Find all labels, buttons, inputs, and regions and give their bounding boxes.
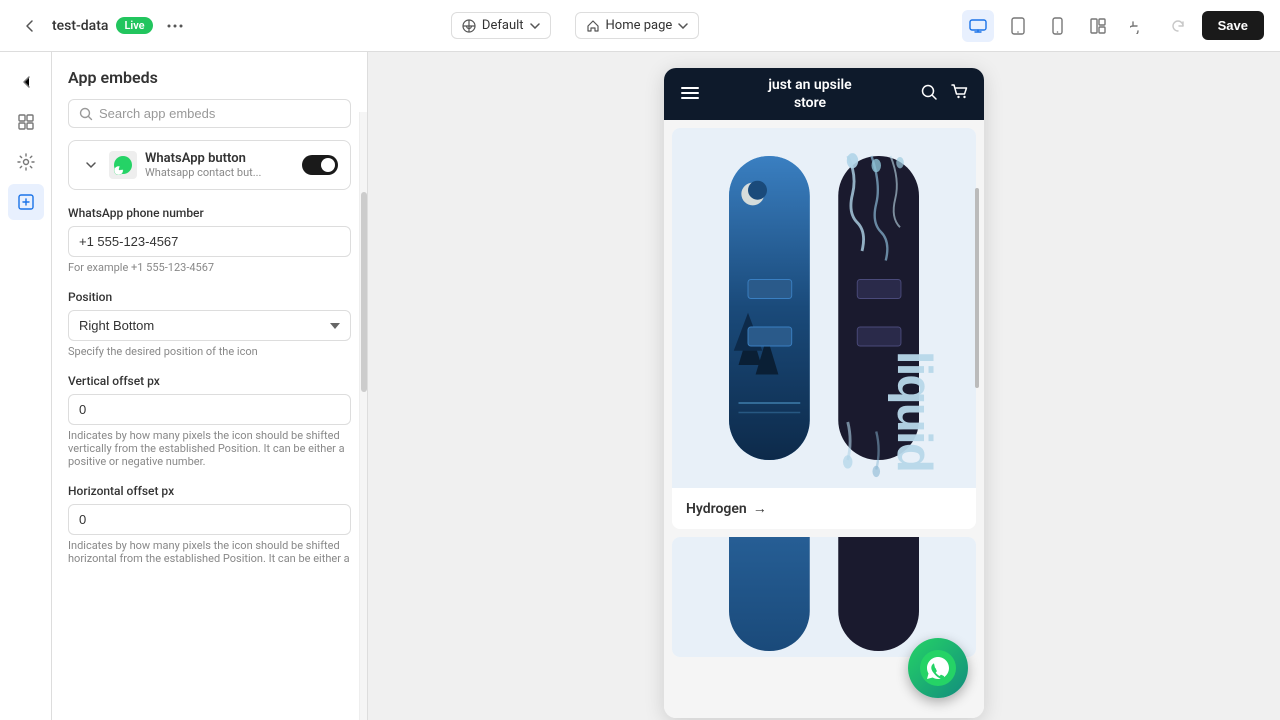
phone-label: WhatsApp phone number bbox=[68, 206, 351, 220]
mobile-menu-icon[interactable] bbox=[680, 84, 700, 105]
horizontal-label: Horizontal offset px bbox=[68, 484, 351, 498]
home-page-dropdown[interactable]: Home page bbox=[575, 12, 700, 39]
horizontal-hint: Indicates by how many pixels the icon sh… bbox=[68, 539, 351, 565]
topbar-left: test-data Live bbox=[16, 12, 189, 40]
mobile-view-button[interactable] bbox=[1042, 10, 1074, 42]
product-arrow-icon: → bbox=[753, 500, 767, 517]
preview-scrollbar-thumb bbox=[975, 188, 979, 388]
search-input[interactable] bbox=[99, 106, 340, 121]
position-select[interactable]: Right Bottom Left Bottom Right Top Left … bbox=[68, 310, 351, 341]
save-button[interactable]: Save bbox=[1202, 11, 1264, 40]
mobile-cart-icon[interactable] bbox=[950, 83, 968, 106]
back-button[interactable] bbox=[16, 12, 44, 40]
topbar-right: Save bbox=[962, 10, 1264, 42]
icon-sidebar bbox=[0, 52, 52, 720]
product-image-1: liquid bbox=[672, 128, 976, 488]
horizontal-field-group: Horizontal offset px Indicates by how ma… bbox=[68, 484, 351, 565]
sidebar-blocks-button[interactable] bbox=[8, 184, 44, 220]
redo-button[interactable] bbox=[1162, 10, 1194, 42]
search-container bbox=[52, 99, 367, 140]
desktop-view-button[interactable] bbox=[962, 10, 994, 42]
position-field-group: Position Right Bottom Left Bottom Right … bbox=[68, 290, 351, 358]
vertical-input[interactable] bbox=[68, 394, 351, 425]
main-content: App embeds WhatsApp button bbox=[0, 52, 1280, 720]
phone-input[interactable] bbox=[68, 226, 351, 257]
whatsapp-toggle[interactable] bbox=[302, 155, 338, 175]
position-hint: Specify the desired position of the icon bbox=[68, 345, 351, 358]
preview-area: just an upsile store bbox=[368, 52, 1280, 720]
home-page-label: Home page bbox=[606, 18, 673, 33]
undo-button[interactable] bbox=[1122, 10, 1154, 42]
embed-subtitle: Whatsapp contact but... bbox=[145, 166, 294, 179]
phone-field-group: WhatsApp phone number For example +1 555… bbox=[68, 206, 351, 274]
panel-content: WhatsApp button Whatsapp contact but... … bbox=[52, 140, 367, 720]
embed-title: WhatsApp button bbox=[145, 151, 294, 166]
layout-button[interactable] bbox=[1082, 10, 1114, 42]
svg-text:liquid: liquid bbox=[887, 351, 942, 471]
sidebar-back-button[interactable] bbox=[8, 64, 44, 100]
product-card-1: liquid Hydrogen → bbox=[672, 128, 976, 529]
mobile-search-icon[interactable] bbox=[920, 83, 938, 106]
search-box bbox=[68, 99, 351, 128]
left-panel: App embeds WhatsApp button bbox=[52, 52, 368, 720]
search-icon bbox=[79, 107, 93, 121]
expand-button[interactable] bbox=[81, 155, 101, 175]
preview-scrollbar[interactable] bbox=[975, 128, 980, 708]
default-label: Default bbox=[482, 18, 524, 33]
topbar-center: Default Home page bbox=[201, 12, 950, 39]
topbar: test-data Live Default Home page bbox=[0, 0, 1280, 52]
embed-item-info: WhatsApp button Whatsapp contact but... bbox=[145, 151, 294, 179]
tablet-view-button[interactable] bbox=[1002, 10, 1034, 42]
whatsapp-logo-icon bbox=[920, 650, 956, 686]
live-badge: Live bbox=[116, 17, 152, 34]
position-label: Position bbox=[68, 290, 351, 304]
vertical-label: Vertical offset px bbox=[68, 374, 351, 388]
sidebar-dashboard-button[interactable] bbox=[8, 104, 44, 140]
whatsapp-embed-item: WhatsApp button Whatsapp contact but... bbox=[68, 140, 351, 190]
horizontal-input[interactable] bbox=[68, 504, 351, 535]
mobile-nav-right bbox=[920, 83, 968, 106]
panel-scrollbar-thumb bbox=[361, 192, 367, 392]
embed-item-header: WhatsApp button Whatsapp contact but... bbox=[81, 151, 338, 179]
phone-hint: For example +1 555-123-4567 bbox=[68, 261, 351, 274]
mobile-navbar: just an upsile store bbox=[664, 68, 984, 120]
whatsapp-icon bbox=[109, 151, 137, 179]
vertical-field-group: Vertical offset px Indicates by how many… bbox=[68, 374, 351, 468]
mobile-preview: just an upsile store bbox=[664, 68, 984, 718]
whatsapp-fab-button[interactable] bbox=[908, 638, 968, 698]
more-options-button[interactable] bbox=[161, 12, 189, 40]
panel-scrollbar[interactable] bbox=[359, 112, 367, 720]
mobile-content: liquid Hydrogen → bbox=[664, 120, 984, 718]
sidebar-settings-button[interactable] bbox=[8, 144, 44, 180]
store-name: just an upsile store bbox=[700, 76, 920, 112]
panel-title: App embeds bbox=[52, 52, 367, 99]
whatsapp-fab-inner bbox=[908, 638, 968, 698]
store-title: test-data bbox=[52, 18, 108, 34]
product-title-1: Hydrogen → bbox=[672, 488, 976, 529]
vertical-hint: Indicates by how many pixels the icon sh… bbox=[68, 429, 351, 468]
default-dropdown[interactable]: Default bbox=[451, 12, 551, 39]
